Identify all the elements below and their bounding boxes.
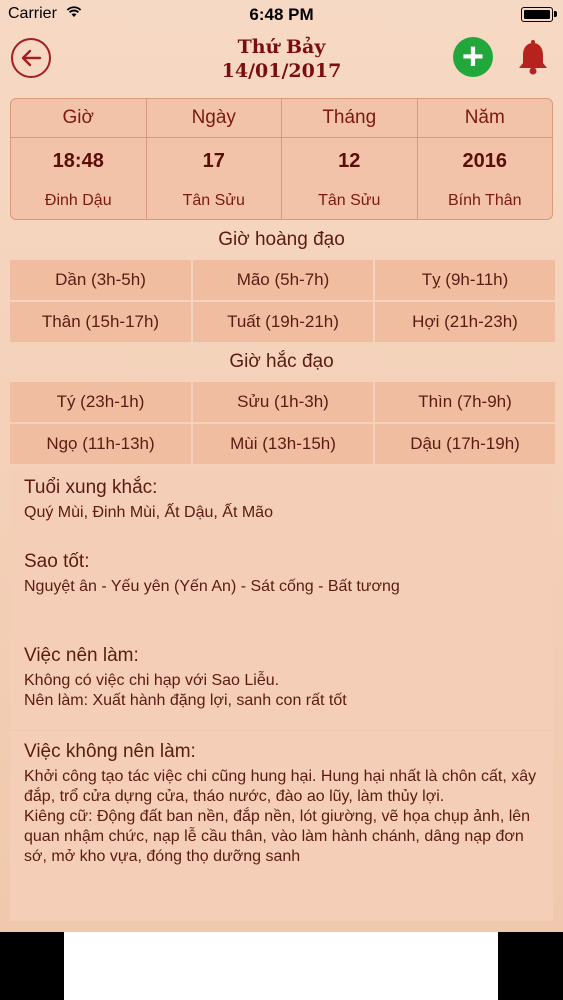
date-col-value: 17 <box>202 149 225 172</box>
content-panel: Giờ 18:48 Đinh Dậu Ngày 17 Tân Sửu Tháng… <box>10 95 555 925</box>
date-col-header: Tháng <box>282 99 417 138</box>
tuoi-xung-khac-title: Tuổi xung khắc: <box>24 477 158 498</box>
hour-cell: Thìn (7h-9h) <box>375 382 555 422</box>
bell-icon <box>519 40 547 75</box>
date-col-ngay: Ngày 17 Tân Sửu <box>146 99 282 219</box>
viec-khong-nen-lam-title: Việc không nên làm: <box>24 741 196 762</box>
app-screen: Carrier 6:48 PM Thứ Bảy 14/01/2017 + Giờ… <box>0 0 563 932</box>
viec-nen-lam-section: Việc nên làm: Không có việc chi hạp với … <box>10 635 553 729</box>
date-table: Giờ 18:48 Đinh Dậu Ngày 17 Tân Sửu Tháng… <box>10 98 553 220</box>
date-col-sub: Đinh Dậu <box>44 192 112 209</box>
viec-nen-lam-line1: Không có việc chi hạp với Sao Liễu. <box>24 672 280 689</box>
hour-cell: Tuất (19h-21h) <box>193 302 373 342</box>
sao-tot-title: Sao tốt: <box>24 551 90 572</box>
date-col-value: 18:48 <box>52 149 104 172</box>
status-time: 6:48 PM <box>249 5 314 24</box>
viec-khong-nen-lam-line2: Kiêng cữ: Động đất ban nền, đắp nền, lót… <box>24 808 531 865</box>
date-col-nam: Năm 2016 Bính Thân <box>417 99 552 219</box>
hour-cell: Hợi (21h-23h) <box>375 302 555 342</box>
date-col-value: 2016 <box>462 149 508 172</box>
date-col-sub: Tân Sửu <box>318 192 381 209</box>
date-col-value: 12 <box>338 149 361 172</box>
date-col-header: Năm <box>417 99 552 138</box>
gio-hac-dao-title: Giờ hắc đạo <box>229 351 334 372</box>
hour-cell: Dậu (17h-19h) <box>375 424 555 464</box>
hour-cell: Tý (23h-1h) <box>10 382 191 422</box>
gio-hac-dao-grid: Tý (23h-1h) Sửu (1h-3h) Thìn (7h-9h) Ngọ… <box>10 382 555 464</box>
date-col-sub: Tân Sửu <box>182 192 245 209</box>
viec-khong-nen-lam-section: Việc không nên làm: Khởi công tạo tác vi… <box>10 731 553 921</box>
hour-cell: Mùi (13h-15h) <box>193 424 373 464</box>
hour-cell: Mão (5h-7h) <box>193 260 373 300</box>
hour-cell: Dần (3h-5h) <box>10 260 191 300</box>
hour-cell: Sửu (1h-3h) <box>193 382 373 422</box>
hour-cell: Tỵ (9h-11h) <box>375 260 555 300</box>
battery-icon <box>521 7 557 22</box>
add-button[interactable]: + <box>453 37 493 77</box>
date-col-header: Ngày <box>146 99 281 138</box>
bottom-white-bar <box>64 932 498 1000</box>
bell-button[interactable] <box>516 40 550 76</box>
gio-hoang-dao-grid: Dần (3h-5h) Mão (5h-7h) Tỵ (9h-11h) Thân… <box>10 260 555 342</box>
sao-tot-section: Sao tốt: Nguyệt ân - Yếu yên (Yến An) - … <box>10 541 553 633</box>
date-col-header: Giờ <box>11 99 146 138</box>
date-col-sub: Bính Thân <box>447 192 522 209</box>
plus-icon: + <box>461 36 485 78</box>
tuoi-xung-khac-text: Quý Mùi, Đinh Mùi, Ất Dậu, Ất Mão <box>24 504 273 521</box>
viec-nen-lam-line2: Nên làm: Xuất hành đặng lợi, sanh con rấ… <box>24 692 347 709</box>
viec-nen-lam-title: Việc nên làm: <box>24 645 139 666</box>
hour-cell: Ngọ (11h-13h) <box>10 424 191 464</box>
tuoi-xung-khac-section: Tuổi xung khắc: Quý Mùi, Đinh Mùi, Ất Dậ… <box>10 467 553 539</box>
hour-cell: Thân (15h-17h) <box>10 302 191 342</box>
gio-hoang-dao-title: Giờ hoàng đạo <box>218 229 345 250</box>
sao-tot-text: Nguyệt ân - Yếu yên (Yến An) - Sát cống … <box>24 578 400 595</box>
viec-khong-nen-lam-line1: Khởi công tạo tác việc chi cũng hung hại… <box>24 768 537 805</box>
nav-bar: Thứ Bảy 14/01/2017 + <box>0 28 563 88</box>
date-col-thang: Tháng 12 Tân Sửu <box>282 99 418 219</box>
status-bar: Carrier 6:48 PM <box>0 0 563 28</box>
date-col-gio: Giờ 18:48 Đinh Dậu <box>11 99 147 219</box>
